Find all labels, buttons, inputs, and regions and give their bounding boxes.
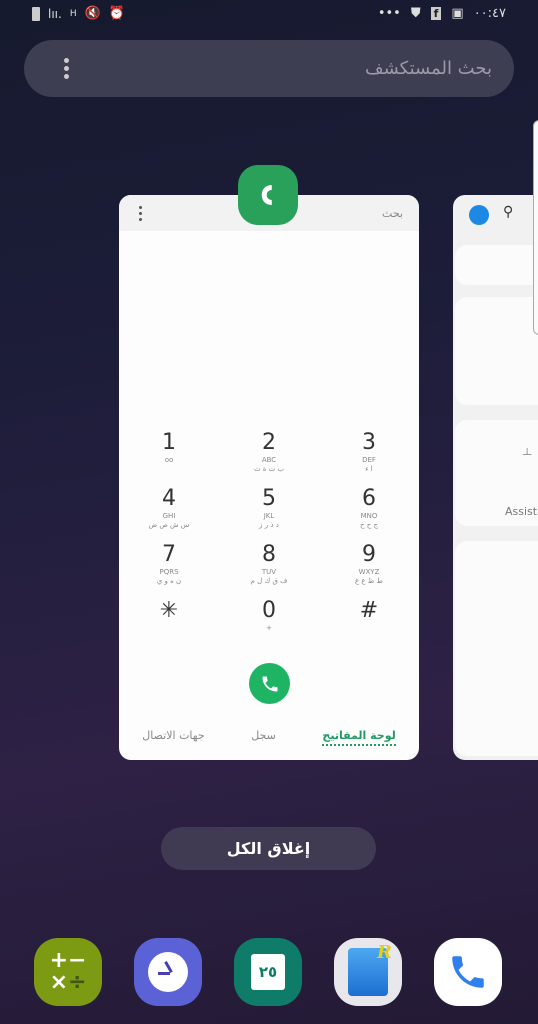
- dialpad-key[interactable]: 9 WXYZ ط ظ ع غ: [319, 542, 419, 592]
- status-bar: lıı. H 🔇 ⏰ ••• ⛊ f ▣ ٠٠:٤٧: [0, 6, 538, 26]
- close-all-button[interactable]: إغلاق الكل: [161, 827, 376, 870]
- search-icon[interactable]: ⚲: [503, 204, 513, 220]
- key-arabic-letters: ب ت ة ث: [253, 465, 285, 473]
- dialpad-key[interactable]: 0 +: [219, 598, 319, 648]
- list-item[interactable]: [455, 297, 538, 405]
- key-letters: PQRS: [159, 568, 179, 576]
- phone-icon: [452, 956, 484, 988]
- second-app-card[interactable]: ⚲ ـلـ Assista: [453, 195, 538, 760]
- clock-time: ٠٠:٤٧: [473, 6, 506, 21]
- key-letters: MNO: [360, 512, 378, 520]
- key-letters: TUV: [261, 568, 277, 576]
- calendar-app-icon[interactable]: ٢٥: [234, 938, 302, 1006]
- list-item[interactable]: [455, 541, 538, 756]
- network-type: H: [69, 8, 77, 19]
- file-manager-app-icon[interactable]: R: [334, 938, 402, 1006]
- key-digit: 2: [262, 430, 276, 455]
- battery-icon: [32, 6, 40, 21]
- key-arabic-letters: ط ظ ع غ: [355, 577, 383, 585]
- tab-keypad[interactable]: لوحة المفاتيح: [322, 729, 396, 746]
- key-letters: JKL: [263, 512, 275, 520]
- key-arabic-letters: ج ح خ: [359, 521, 378, 529]
- key-letters: ᴏᴏ: [164, 456, 174, 464]
- dialpad-key[interactable]: 4 GHI س ش ص ض: [119, 486, 219, 536]
- phone-search-label: بحث: [382, 206, 403, 220]
- key-digit: 9: [362, 542, 376, 567]
- tab-contacts[interactable]: جهات الاتصال: [142, 729, 204, 746]
- phone-tabs: لوحة المفاتيح سجل جهات الاتصال: [119, 729, 419, 746]
- key-arabic-letters: ن ه و ي: [156, 577, 182, 585]
- profile-icon[interactable]: [469, 205, 489, 225]
- popup-panel: [533, 120, 538, 335]
- clock-app-icon[interactable]: [134, 938, 202, 1006]
- key-arabic-letters: س ش ص ض: [148, 521, 190, 529]
- key-digit: 5: [262, 486, 276, 511]
- key-arabic-letters: ف ق ك ل م: [250, 577, 288, 585]
- dialpad: 1 ᴏᴏ 2 ABC ب ت ة ث 3 DEF ا ء 4 GHI س ش ص ض 5 JKL د ذ …: [119, 430, 419, 648]
- more-notifications-icon: •••: [377, 6, 401, 21]
- phone-dock-icon[interactable]: [434, 938, 502, 1006]
- shield-icon: ⛊: [410, 6, 421, 21]
- key-digit: 7: [162, 542, 176, 567]
- dialpad-key[interactable]: 2 ABC ب ت ة ث: [219, 430, 319, 480]
- dialpad-key[interactable]: 1 ᴏᴏ: [119, 430, 219, 480]
- dialpad-key[interactable]: 5 JKL د ذ ر ز: [219, 486, 319, 536]
- mute-icon: 🔇: [84, 6, 101, 21]
- dialpad-key[interactable]: 3 DEF ا ء: [319, 430, 419, 480]
- key-letters: ABC: [261, 456, 277, 464]
- key-digit: 4: [162, 486, 176, 511]
- calculator-app-icon[interactable]: +− ×÷: [34, 938, 102, 1006]
- key-digit: ✳: [159, 598, 179, 623]
- dialpad-key[interactable]: #: [319, 598, 419, 648]
- more-options-icon[interactable]: [64, 58, 69, 79]
- tab-recents[interactable]: سجل: [251, 729, 276, 746]
- call-button[interactable]: [249, 663, 290, 704]
- key-arabic-letters: ا ء: [365, 465, 373, 473]
- search-placeholder: بحث المستكشف: [364, 58, 492, 79]
- signal-icon: lıı.: [48, 6, 62, 21]
- list-item[interactable]: [455, 245, 538, 285]
- phone-app-card[interactable]: بحث 1 ᴏᴏ 2 ABC ب ت ة ث 3 DEF ا ء 4 GHI س ش ص ض 5 JKL…: [119, 195, 419, 760]
- key-digit: 8: [262, 542, 276, 567]
- key-digit: 3: [362, 430, 376, 455]
- key-digit: 0: [262, 598, 276, 623]
- phone-app-icon[interactable]: [238, 165, 298, 225]
- key-digit: 1: [162, 430, 176, 455]
- dialpad-key[interactable]: 6 MNO ج ح خ: [319, 486, 419, 536]
- facebook-icon: f: [430, 7, 442, 20]
- phone-icon: [262, 676, 277, 691]
- alarm-icon: ⏰: [108, 6, 125, 21]
- image-icon: ▣: [451, 6, 464, 21]
- key-letters: DEF: [362, 456, 376, 464]
- dialpad-key[interactable]: 8 TUV ف ق ك ل م: [219, 542, 319, 592]
- dialpad-key[interactable]: ✳: [119, 598, 219, 648]
- key-arabic-letters: د ذ ر ز: [259, 521, 279, 529]
- list-item[interactable]: ـلـ Assista: [455, 420, 538, 526]
- key-letters: WXYZ: [358, 568, 380, 576]
- key-digit: 6: [362, 486, 376, 511]
- dialpad-key[interactable]: 7 PQRS ن ه و ي: [119, 542, 219, 592]
- more-options-icon[interactable]: [139, 205, 142, 221]
- key-digit: #: [359, 598, 379, 623]
- search-bar[interactable]: بحث المستكشف: [24, 40, 514, 97]
- key-letters: GHI: [162, 512, 176, 520]
- key-letters: +: [266, 624, 272, 632]
